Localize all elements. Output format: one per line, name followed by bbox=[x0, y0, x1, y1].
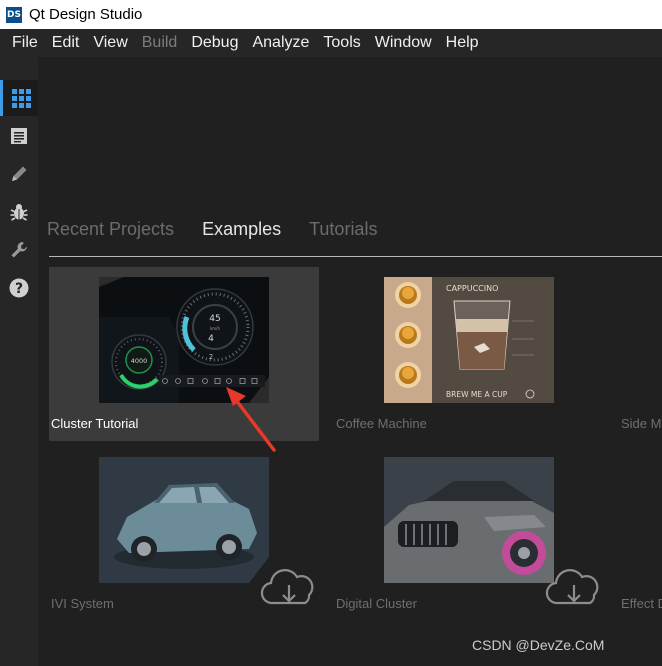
annotation-arrow bbox=[226, 387, 276, 452]
watermark-text: CSDN @DevZe.CoM bbox=[472, 637, 605, 653]
